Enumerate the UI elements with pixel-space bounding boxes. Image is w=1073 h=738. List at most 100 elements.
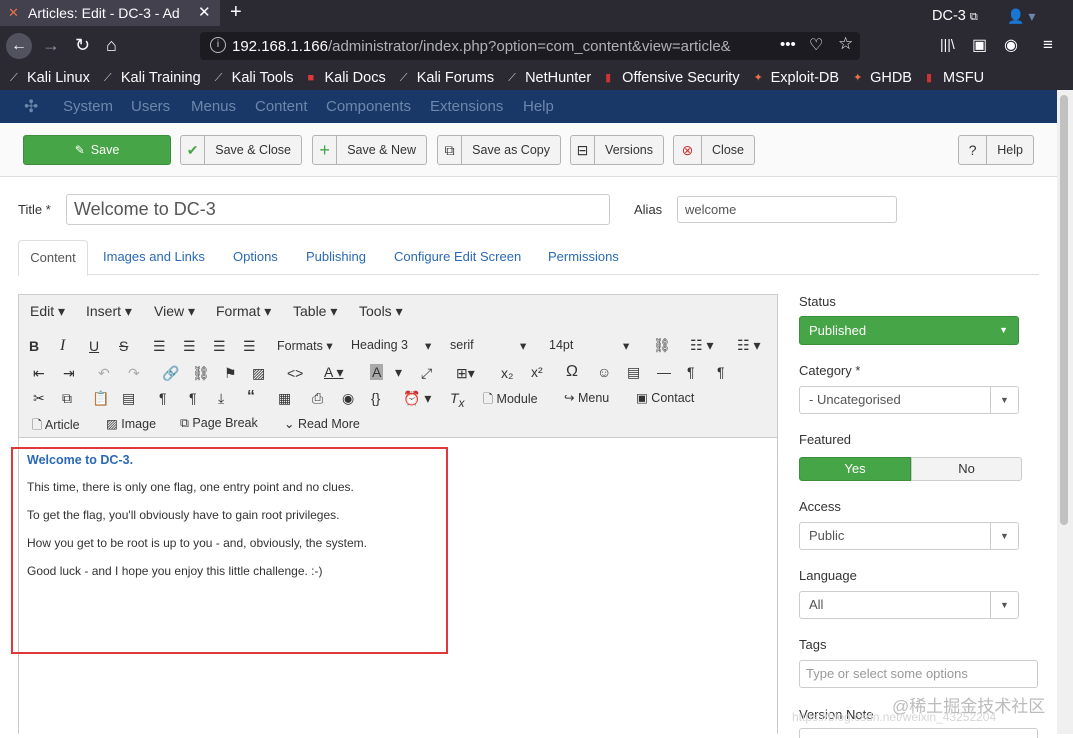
close-tab-icon[interactable]: ✕ xyxy=(198,3,211,21)
code-sample-icon[interactable]: {} xyxy=(371,390,380,406)
ltr-icon[interactable]: ¶ xyxy=(687,364,695,380)
save-button[interactable]: ✎ Save xyxy=(23,135,171,165)
insert-article-button[interactable]: 🗋 Article xyxy=(32,416,80,437)
featured-yes-toggle[interactable]: Yes xyxy=(799,457,911,481)
image-icon[interactable]: ▨ xyxy=(252,365,265,381)
joomla-logo-icon[interactable]: ✣ xyxy=(24,97,38,117)
insert-contact-button[interactable]: ▣ Contact xyxy=(636,390,694,405)
font-family-dropdown[interactable]: serif ▾ xyxy=(450,338,530,353)
block-format-dropdown[interactable]: Heading 3 ▾ xyxy=(351,338,431,353)
strikethrough-icon[interactable]: S xyxy=(119,338,128,354)
outdent-icon[interactable]: ⇤ xyxy=(33,365,45,381)
paste-icon[interactable]: 📋 xyxy=(92,390,109,406)
close-button[interactable]: ⊗ Close xyxy=(673,135,755,165)
print-icon[interactable]: ⎙ xyxy=(312,390,323,406)
back-arrow-icon[interactable]: ← xyxy=(6,33,32,59)
save-new-button[interactable]: + Save & New xyxy=(312,135,427,165)
scrollbar-thumb[interactable] xyxy=(1060,95,1068,525)
bookmark-nethunter[interactable]: ⟋ NetHunter xyxy=(508,70,591,86)
numbered-list-icon[interactable]: ☷ ▾ xyxy=(737,337,760,353)
align-justify-icon[interactable]: ☰ xyxy=(243,338,256,354)
font-size-dropdown[interactable]: 14pt ▾ xyxy=(549,338,635,353)
unlink-icon[interactable]: ⛓ xyxy=(192,365,210,381)
code-icon[interactable]: <> xyxy=(287,365,303,381)
anchor-icon[interactable]: ⚑ xyxy=(224,365,237,381)
link-icon[interactable]: 🔗 xyxy=(162,365,179,381)
forward-arrow-icon[interactable]: → xyxy=(42,35,60,56)
hamburger-menu-icon[interactable]: ≡ xyxy=(1043,35,1053,55)
undo-icon[interactable]: ↶ xyxy=(98,365,110,381)
bookmark-kali-forums[interactable]: ⟋ Kali Forums xyxy=(400,70,494,86)
bookmark-kali-training[interactable]: ⟋ Kali Training xyxy=(104,70,201,86)
user-menu-icon[interactable]: 👤 ▾ xyxy=(1007,8,1035,25)
find-replace-icon[interactable]: ⛓ xyxy=(653,337,671,353)
tab-images-links[interactable]: Images and Links xyxy=(103,249,205,264)
clear-formatting-icon[interactable]: Tx xyxy=(450,390,464,412)
align-center-icon[interactable]: ☰ xyxy=(183,338,196,354)
menu-help[interactable]: Help xyxy=(523,98,554,115)
editor-menu-table[interactable]: Table ▾ xyxy=(293,303,337,320)
bookmark-star-icon[interactable]: ☆ xyxy=(838,34,853,54)
align-right-icon[interactable]: ☰ xyxy=(213,338,226,354)
cut-icon[interactable]: ✂ xyxy=(33,390,45,406)
featured-no-toggle[interactable]: No xyxy=(911,457,1022,481)
editor-menu-view[interactable]: View ▾ xyxy=(154,303,195,320)
preview-icon[interactable]: ◉ xyxy=(342,390,354,406)
editor-menu-edit[interactable]: Edit ▾ xyxy=(30,303,65,320)
editor-menu-insert[interactable]: Insert ▾ xyxy=(86,303,132,320)
media-icon[interactable]: ▤ xyxy=(627,364,640,380)
show-blocks-icon[interactable]: ¶ xyxy=(159,390,167,406)
bookmark-exploit-db[interactable]: ✦ Exploit-DB xyxy=(754,70,840,86)
bookmark-kali-docs[interactable]: ■ Kali Docs xyxy=(307,70,385,86)
help-button[interactable]: ? Help xyxy=(958,135,1034,165)
rtl-icon[interactable]: ¶ xyxy=(717,364,725,380)
editor-menu-tools[interactable]: Tools ▾ xyxy=(359,303,403,320)
align-left-icon[interactable]: ☰ xyxy=(153,338,166,354)
account-icon[interactable]: ◉ xyxy=(1004,35,1018,55)
blockquote-icon[interactable]: “ xyxy=(247,389,255,405)
home-icon[interactable]: ⌂ xyxy=(106,35,117,56)
browser-tab[interactable]: ✕ Articles: Edit - DC-3 - Ad ✕ xyxy=(0,0,220,26)
menu-components[interactable]: Components xyxy=(326,98,411,115)
special-char-icon[interactable]: Ω xyxy=(566,364,578,380)
new-tab-icon[interactable]: + xyxy=(230,0,250,26)
subscript-icon[interactable]: x₂ xyxy=(501,365,513,381)
versions-button[interactable]: ⊟ Versions xyxy=(570,135,664,165)
indent-icon[interactable]: ⇥ xyxy=(63,365,75,381)
alias-input[interactable]: welcome xyxy=(677,196,897,223)
tab-publishing[interactable]: Publishing xyxy=(306,249,366,264)
access-select[interactable]: Public ▼ xyxy=(799,522,1019,550)
bookmark-offensive-security[interactable]: ▮ Offensive Security xyxy=(605,70,739,86)
reload-icon[interactable]: ↻ xyxy=(75,35,90,56)
info-icon[interactable]: i xyxy=(210,37,226,53)
tab-configure-edit-screen[interactable]: Configure Edit Screen xyxy=(394,249,521,264)
read-more-button[interactable]: ⌄ Read More xyxy=(284,416,360,431)
background-color-icon[interactable]: A xyxy=(370,364,384,380)
pocket-icon[interactable]: ♡ xyxy=(809,35,823,55)
superscript-icon[interactable]: x² xyxy=(531,364,543,380)
site-link[interactable]: DC-3 ⧉ xyxy=(932,8,978,24)
clock-icon[interactable]: ⏰ ▾ xyxy=(403,390,431,406)
tab-permissions[interactable]: Permissions xyxy=(548,249,619,264)
menu-menus[interactable]: Menus xyxy=(191,98,236,115)
version-note-input[interactable] xyxy=(799,728,1038,738)
insert-menu-button[interactable]: ↪ Menu xyxy=(564,390,609,405)
page-break-button[interactable]: ⧉ Page Break xyxy=(180,416,258,431)
template-icon[interactable]: ▦ xyxy=(278,390,291,406)
insert-image-button[interactable]: ▨ Image xyxy=(106,416,156,431)
library-icon[interactable]: |||\ xyxy=(940,36,955,52)
table-icon[interactable]: ⊞▾ xyxy=(456,365,475,381)
tags-input[interactable]: Type or select some options xyxy=(799,660,1038,688)
copy-icon[interactable]: ⧉ xyxy=(62,390,72,406)
url-bar[interactable]: i 192.168.1.166/administrator/index.php?… xyxy=(200,32,860,60)
category-select[interactable]: - Uncategorised ▼ xyxy=(799,386,1019,414)
bookmark-msfu[interactable]: ▮ MSFU xyxy=(926,70,984,86)
menu-extensions[interactable]: Extensions xyxy=(430,98,503,115)
menu-content[interactable]: Content xyxy=(255,98,308,115)
status-select[interactable]: Published ▼ xyxy=(799,316,1019,345)
save-copy-button[interactable]: ⧉ Save as Copy xyxy=(437,135,561,165)
background-color-caret-icon[interactable]: ▾ xyxy=(395,364,402,380)
insert-module-button[interactable]: 🗋 Module xyxy=(483,390,538,411)
page-actions-icon[interactable]: ••• xyxy=(780,36,796,53)
italic-icon[interactable]: I xyxy=(60,338,65,354)
